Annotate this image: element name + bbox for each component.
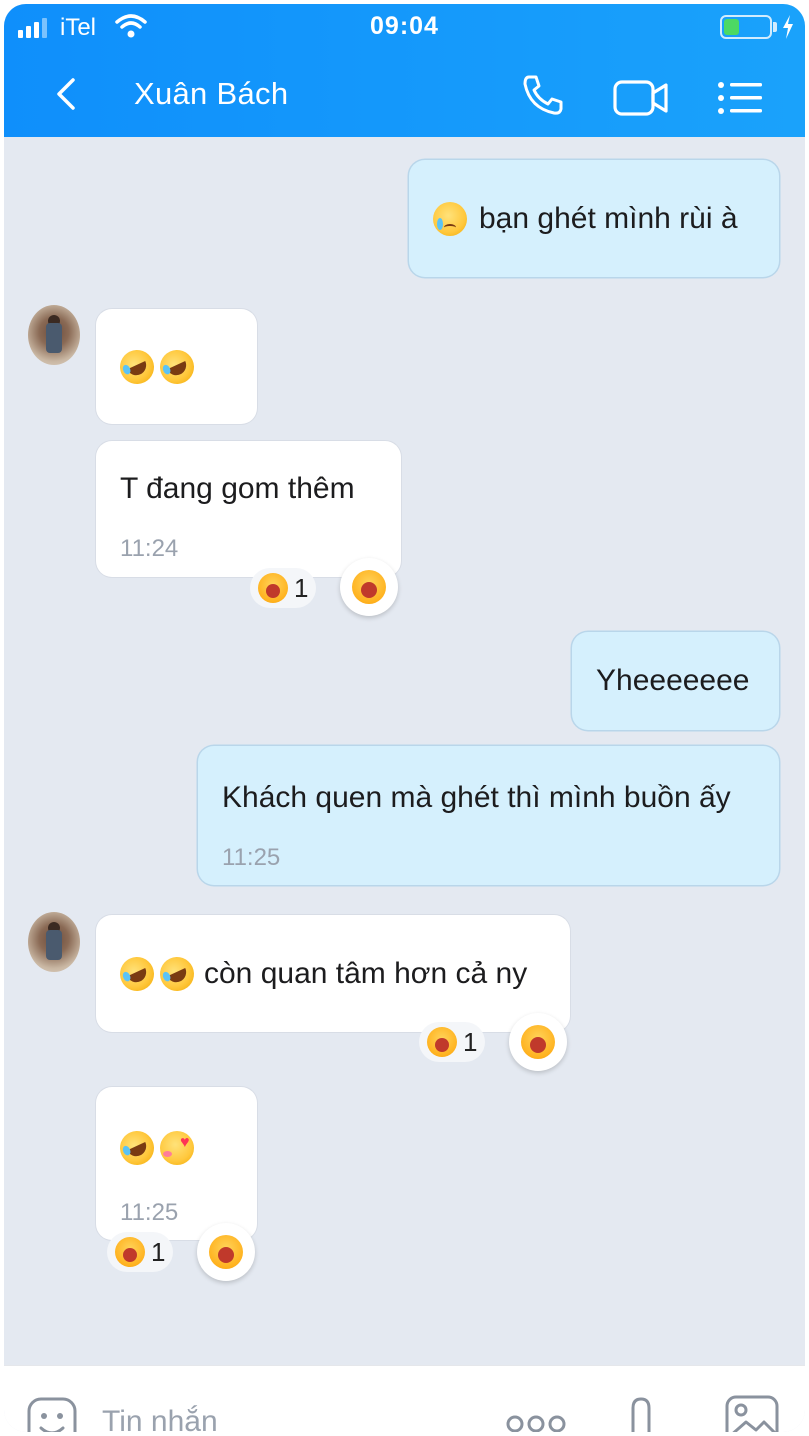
reaction-summary[interactable]: 1 [250,568,317,608]
phone-icon[interactable] [520,72,566,118]
message-input[interactable] [102,1402,462,1432]
menu-list-icon[interactable] [716,80,764,116]
sticker-icon[interactable] [26,1396,78,1432]
reaction-count: 1 [151,1236,166,1267]
message-time: 11:25 [222,844,281,871]
message-text: Khách quen mà ghét thì mình buồn ấy [222,781,731,814]
app-frame: iTel 09:04 Xuân Bách bạn ghét mình rùi à… [4,4,805,1432]
message-bubble-incoming[interactable]: T đang gom thêm 11:24 [96,441,401,577]
avatar[interactable] [28,912,80,972]
reaction-count: 1 [463,1026,478,1057]
message-text: T đang gom thêm [120,472,355,505]
rofl-emoji [114,343,160,390]
laughing-reaction-icon [352,570,386,604]
message-text: Yheeeeeee [596,664,750,697]
add-reaction-button[interactable] [340,558,398,616]
message-time: 11:25 [120,1199,179,1226]
reaction-count: 1 [294,572,309,603]
battery-icon [720,15,772,39]
laughing-reaction-icon [209,1235,243,1269]
avatar[interactable] [28,305,80,365]
rofl-emoji [154,950,200,997]
status-time: 09:04 [370,12,439,40]
rofl-emoji [154,343,200,390]
reaction-summary[interactable]: 1 [419,1022,486,1062]
battery-tip [773,22,777,32]
smiling-face-with-hearts-emoji [160,1125,194,1165]
battery-level [724,19,739,35]
add-reaction-button[interactable] [197,1223,255,1281]
message-text: bạn ghét mình rùi à [479,201,738,235]
video-camera-icon[interactable] [612,78,670,118]
chevron-left-icon[interactable] [46,74,86,114]
laughing-reaction-icon [115,1237,145,1267]
crying-face-emoji [433,201,467,236]
message-time: 11:24 [120,535,179,562]
header: iTel 09:04 Xuân Bách [4,4,805,137]
message-bubble-incoming[interactable]: 11:25 [96,1087,257,1240]
message-bubble-outgoing[interactable]: bạn ghét mình rùi à [409,160,779,277]
message-bubble-incoming[interactable]: còn quan tâm hơn cả ny [96,915,570,1032]
message-text: còn quan tâm hơn cả ny [204,956,528,990]
status-bar: iTel 09:04 [4,4,805,50]
chat-area[interactable]: bạn ghét mình rùi à T đang gom thêm 11:2… [4,137,805,1365]
image-icon[interactable] [724,1394,780,1432]
contact-name[interactable]: Xuân Bách [134,76,288,112]
nav-bar: Xuân Bách [4,50,805,137]
message-bubble-outgoing[interactable]: Yheeeeeee [572,632,779,730]
rofl-emoji [114,1125,160,1171]
charging-bolt-icon [783,15,793,39]
reaction-summary[interactable]: 1 [107,1232,174,1272]
rofl-emoji [114,950,160,997]
composer-bar [4,1365,805,1432]
laughing-reaction-icon [258,573,288,603]
add-reaction-button[interactable] [509,1013,567,1071]
more-icon[interactable] [506,1412,566,1432]
message-bubble-incoming[interactable] [96,309,257,424]
attach-icon[interactable] [626,1396,656,1432]
laughing-reaction-icon [427,1027,457,1057]
laughing-reaction-icon [521,1025,555,1059]
message-bubble-outgoing[interactable]: Khách quen mà ghét thì mình buồn ấy 11:2… [198,746,779,885]
